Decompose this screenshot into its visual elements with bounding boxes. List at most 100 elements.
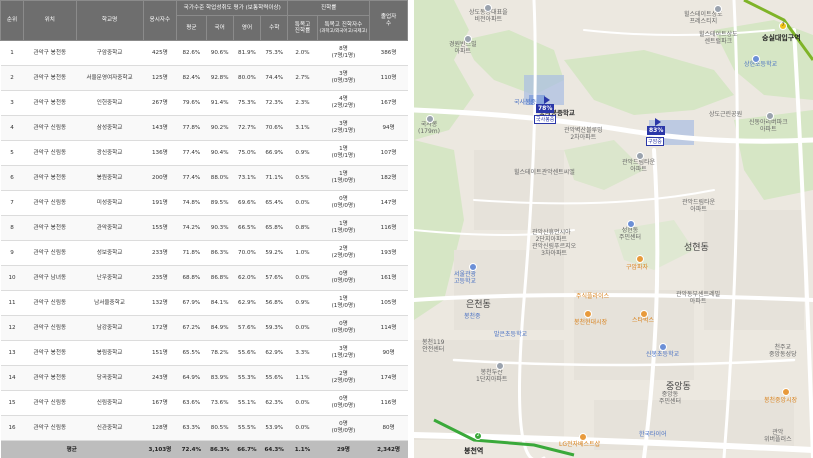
table-cell-math: 59.3% — [260, 315, 288, 341]
table-row: 10 관악구 남녀동 난우중학교 235명 68.8% 86.8% 62.0% 57.6% 0.… — [0, 265, 408, 291]
poi-pin[interactable] — [636, 255, 644, 263]
station-label[interactable]: 봉천역 — [464, 446, 483, 456]
table-cell-kor: 80.5% — [206, 415, 234, 441]
table-cell-math: 72.3% — [260, 90, 288, 116]
subway-line-icon: 2 — [474, 432, 482, 440]
school-score-marker[interactable]: 78% — [536, 104, 555, 113]
table-cell-n: 143명 — [143, 115, 177, 141]
poi-pin[interactable] — [640, 310, 648, 318]
table-cell-kor: 86.3% — [206, 240, 234, 266]
poi-pin[interactable] — [469, 263, 477, 271]
map-label: 관악 위버플러스 — [764, 429, 792, 443]
table-row: 8 관악구 봉천동 관악중학교 155명 74.2% 90.3% 66.5% 65.8% 0.8… — [0, 215, 408, 241]
poi-pin[interactable] — [636, 152, 644, 160]
table-footer-row: 평균 3,103명 72.4% 86.3% 66.7% 64.3% 1.1% 29명 2,342… — [0, 440, 408, 458]
map-label: 천주교 중앙동성당 — [769, 344, 797, 358]
poi-pin[interactable] — [659, 343, 667, 351]
table-cell-rate: 0.0% — [287, 265, 318, 291]
table-cell-avg: 64.9% — [176, 365, 207, 391]
footer-cell-eng: 66.7% — [233, 440, 261, 458]
table-cell-grad: 147명 — [369, 190, 408, 216]
school-score-marker[interactable]: 83% — [647, 126, 666, 135]
poi-pin[interactable] — [627, 220, 635, 228]
table-cell-math: 70.6% — [260, 115, 288, 141]
header-english: 영어 — [232, 15, 262, 41]
table-cell-school: 성보중학교 — [76, 240, 144, 266]
table-cell-cnt: 0명 (0명/0명) — [317, 390, 370, 416]
map-label: 봉천현대시장 — [574, 319, 608, 326]
table-cell-eng: 75.3% — [233, 90, 261, 116]
map-label: 경원빈스빌 아파트 — [449, 41, 477, 55]
table-cell-school: 남서울중학교 — [76, 290, 144, 316]
poi-pin[interactable] — [584, 310, 592, 318]
map-label: 관악드림타운 아파트 — [622, 159, 656, 173]
header-grads: 졸업자 수 — [369, 0, 408, 41]
table-cell-rate: 1.0% — [287, 240, 318, 266]
poi-pin[interactable] — [579, 433, 587, 441]
header-math: 수학 — [260, 15, 289, 41]
table-cell-grad: 110명 — [369, 65, 408, 91]
map-label: 주식플라이스 — [576, 293, 610, 300]
table-cell-math: 71.1% — [260, 165, 288, 191]
subway-line-icon: 7 — [779, 22, 787, 30]
poi-pin[interactable] — [766, 112, 774, 120]
table-cell-kor: 83.9% — [206, 365, 234, 391]
table-cell-avg: 74.2% — [176, 215, 207, 241]
table-cell-math: 62.3% — [260, 390, 288, 416]
table-cell-eng: 69.6% — [233, 190, 261, 216]
table-cell-grad: 174명 — [369, 365, 408, 391]
header-avg: 평균 — [176, 15, 207, 41]
map-view[interactable]: 상도동동대표을 비전아파트 힐스테이트상도 프레스티지 힐스테이트상도 센트럴파크 경… — [414, 0, 813, 458]
header-location: 위치 — [23, 0, 77, 41]
map-label: 스타벅스 — [632, 317, 655, 324]
header-progress-group: 진학률 — [287, 0, 371, 16]
station-label[interactable]: 숭실대입구역 — [762, 33, 801, 43]
poi-pin[interactable] — [752, 55, 760, 63]
table-cell-cnt: 3명 (0명/3명) — [317, 65, 370, 91]
table-cell-school: 미성중학교 — [76, 190, 144, 216]
header-students: 응시자수 — [142, 0, 178, 41]
table-cell-school: 신관중학교 — [76, 415, 144, 441]
footer-cell-cnt: 29명 — [317, 440, 370, 458]
map-label: 발은초등학교 — [494, 331, 528, 338]
poi-pin[interactable] — [464, 35, 472, 43]
poi-pin[interactable] — [484, 4, 492, 12]
table-cell-rate: 0.0% — [287, 390, 318, 416]
table-cell-n: 125명 — [143, 65, 177, 91]
table-cell-eng: 70.0% — [233, 240, 261, 266]
school-tag[interactable]: 국사봉중 — [534, 115, 557, 124]
map-label: 신동아리버파크 아파트 — [749, 119, 788, 133]
table-cell-eng: 66.5% — [233, 215, 261, 241]
table-cell-cnt: 8명 (7명/1명) — [317, 40, 370, 66]
table-cell-grad: 182명 — [369, 165, 408, 191]
map-label: 힐스테이트상도 프레스티지 — [684, 11, 723, 25]
poi-pin[interactable] — [496, 362, 504, 370]
table-cell-rank: 13 — [0, 340, 24, 366]
table-cell-rank: 9 — [0, 240, 24, 266]
table-cell-kor: 78.2% — [206, 340, 234, 366]
map-label: 힐스테이트관악센트씨엘 — [514, 169, 575, 176]
table-cell-avg: 82.6% — [176, 40, 207, 66]
poi-pin[interactable] — [714, 5, 722, 13]
table-cell-rank: 5 — [0, 140, 24, 166]
school-tag[interactable]: 구암중 — [646, 137, 664, 146]
table-cell-rate: 2.7% — [287, 65, 318, 91]
table-cell-math: 53.9% — [260, 415, 288, 441]
table-cell-grad: 105명 — [369, 290, 408, 316]
footer-cell-math: 64.3% — [260, 440, 288, 458]
poi-pin[interactable] — [426, 115, 434, 123]
table-cell-avg: 67.2% — [176, 315, 207, 341]
header-test-group: 국가수준 학업성취도 평가 (보통학력이상) — [176, 0, 289, 16]
table-cell-grad: 193명 — [369, 240, 408, 266]
table-cell-n: 151명 — [143, 340, 177, 366]
table-cell-loc: 관악구 신림동 — [23, 390, 76, 416]
table-cell-kor: 90.4% — [206, 140, 234, 166]
map-label: 성현동 주민센터 — [619, 227, 642, 241]
table-cell-kor: 84.9% — [206, 315, 234, 341]
table-cell-avg: 68.8% — [176, 265, 207, 291]
poi-pin[interactable] — [782, 388, 790, 396]
table-cell-loc: 관악구 신림동 — [23, 315, 76, 341]
table-cell-avg: 63.3% — [176, 415, 207, 441]
map-label: 구암파자 — [626, 264, 649, 271]
table-cell-loc: 관악구 신림동 — [23, 115, 76, 141]
